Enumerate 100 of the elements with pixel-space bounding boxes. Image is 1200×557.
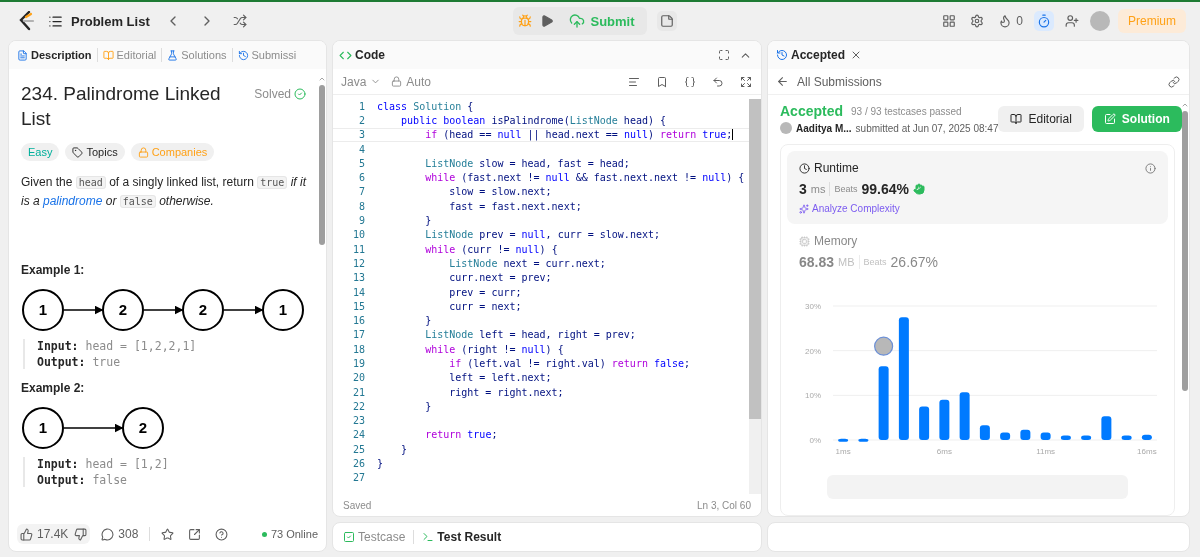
scrollbar-thumb[interactable]: [1182, 111, 1188, 391]
tab[interactable]: Description: [15, 47, 94, 63]
logo-icon[interactable]: [18, 11, 36, 31]
history-icon: [237, 49, 249, 61]
code-line: curr = next;: [448, 300, 522, 312]
line-number: 5: [357, 157, 366, 169]
all-submissions-link[interactable]: All Submissions: [776, 74, 882, 89]
play-icon: [539, 14, 554, 28]
scrollbar-thumb[interactable]: [749, 99, 761, 419]
metric-card[interactable]: Memory 68.83 MB Beats 26.67%: [787, 224, 1168, 280]
tab[interactable]: Accepted: [774, 46, 848, 64]
axis-label: 16ms: [1137, 447, 1157, 456]
bar: [959, 392, 970, 440]
line-number: 16: [351, 315, 366, 327]
line-number: 7: [357, 186, 366, 198]
editorial-button[interactable]: Editorial: [998, 105, 1084, 132]
tab[interactable]: Testcase: [341, 528, 408, 546]
info-icon: [1145, 162, 1156, 174]
line-number: 25: [351, 443, 366, 455]
code-line: while (right != null) {: [424, 343, 564, 355]
axis-label: 0%: [809, 436, 821, 445]
code-line: if (head == null || head.next == null) return true;: [377, 129, 734, 141]
solution-button[interactable]: Solution: [1091, 105, 1182, 132]
auto-mode-button[interactable]: Auto: [391, 74, 432, 89]
author-name: Aaditya M...: [796, 122, 852, 134]
code-line: left = left.next;: [448, 372, 552, 384]
tab[interactable]: Editorial: [100, 47, 159, 63]
code-line: ListNode next = curr.next;: [448, 257, 606, 269]
bar: [838, 438, 849, 442]
metric-name: Memory: [814, 234, 858, 248]
code-line: curr.next = prev;: [448, 272, 552, 284]
cursor-position: Ln 3, Col 60: [697, 499, 751, 511]
terminal-icon: [422, 531, 435, 543]
bar: [1060, 435, 1071, 440]
braces-icon: [684, 75, 696, 88]
bookmark-icon: [656, 75, 668, 88]
problem-list-link[interactable]: Problem List: [48, 13, 150, 29]
arrow: [223, 305, 264, 315]
line-number: 20: [351, 372, 366, 384]
save-status: Saved: [343, 499, 372, 511]
timer-button[interactable]: [1034, 11, 1054, 31]
scrollbar-thumb[interactable]: [319, 85, 325, 245]
topics-tag[interactable]: Topics: [65, 143, 125, 161]
palindrome-link[interactable]: palindrome: [43, 194, 103, 208]
tab[interactable]: Solutions: [165, 47, 229, 63]
book-icon: [102, 49, 114, 61]
cloud-upload-icon: [568, 13, 585, 29]
axis-label: 6ms: [936, 447, 952, 456]
bug-icon: [517, 14, 532, 28]
line-number: 6: [357, 172, 366, 184]
line-number: 26: [351, 458, 366, 470]
example-heading: Example 2:: [21, 381, 86, 395]
code-line: return true;: [424, 429, 498, 441]
list-icon: [48, 13, 63, 29]
difficulty-tag[interactable]: Easy: [21, 143, 60, 161]
example-io: Output: false: [37, 473, 128, 487]
align-icon: [628, 75, 640, 88]
metric-value: 3: [799, 181, 807, 197]
bar: [1020, 429, 1031, 440]
checkbox-icon: [343, 531, 355, 543]
author-avatar: [780, 122, 792, 134]
verdict: Accepted: [780, 103, 844, 119]
line-number: 17: [351, 329, 366, 341]
bar: [979, 425, 990, 440]
notes-button[interactable]: [656, 11, 677, 31]
example-io: Input: head = [1,2]: [37, 457, 170, 471]
bar: [858, 438, 869, 442]
expand-icon: [740, 75, 752, 88]
arrow: [63, 423, 124, 433]
code-line: fast = fast.next.next;: [448, 200, 582, 212]
line-number: 3: [357, 129, 366, 141]
bar: [1000, 432, 1011, 440]
line-number: 18: [351, 343, 366, 355]
line-number: 23: [351, 415, 366, 427]
list-node: 2: [102, 289, 144, 331]
streak-counter[interactable]: 0: [995, 11, 1026, 31]
metric-unit: ms: [810, 183, 826, 195]
tab[interactable]: Test Result: [420, 528, 504, 546]
beats-label: Beats: [863, 257, 887, 267]
timer-icon: [1037, 14, 1051, 28]
code-line: slow = slow.next;: [448, 186, 552, 198]
avatar-marker: [874, 336, 894, 356]
check-circle-icon: [294, 88, 306, 100]
example-io: Output: true: [37, 355, 122, 369]
language-dropdown[interactable]: Java: [341, 74, 382, 89]
list-node: 1: [22, 407, 64, 449]
comments-button[interactable]: 308: [98, 524, 142, 544]
tab[interactable]: Submissi: [235, 47, 299, 63]
code-line: ListNode prev = null, curr = slow.next;: [424, 229, 660, 241]
analyze-complexity-button[interactable]: Analyze Complexity: [799, 203, 1156, 214]
line-number: 1: [357, 100, 366, 112]
metric-unit: MB: [838, 256, 855, 268]
metric-card[interactable]: Runtime 3 ms Beats 99.64% Analyze Complexity: [787, 151, 1168, 224]
grid-icon: [942, 14, 957, 28]
tag-icon: [72, 146, 84, 158]
note-icon: [659, 14, 674, 28]
bar: [1081, 435, 1092, 440]
line-number: 10: [351, 229, 366, 241]
code-line: ListNode left = head, right = prev;: [424, 329, 636, 341]
line-number: 14: [351, 286, 366, 298]
